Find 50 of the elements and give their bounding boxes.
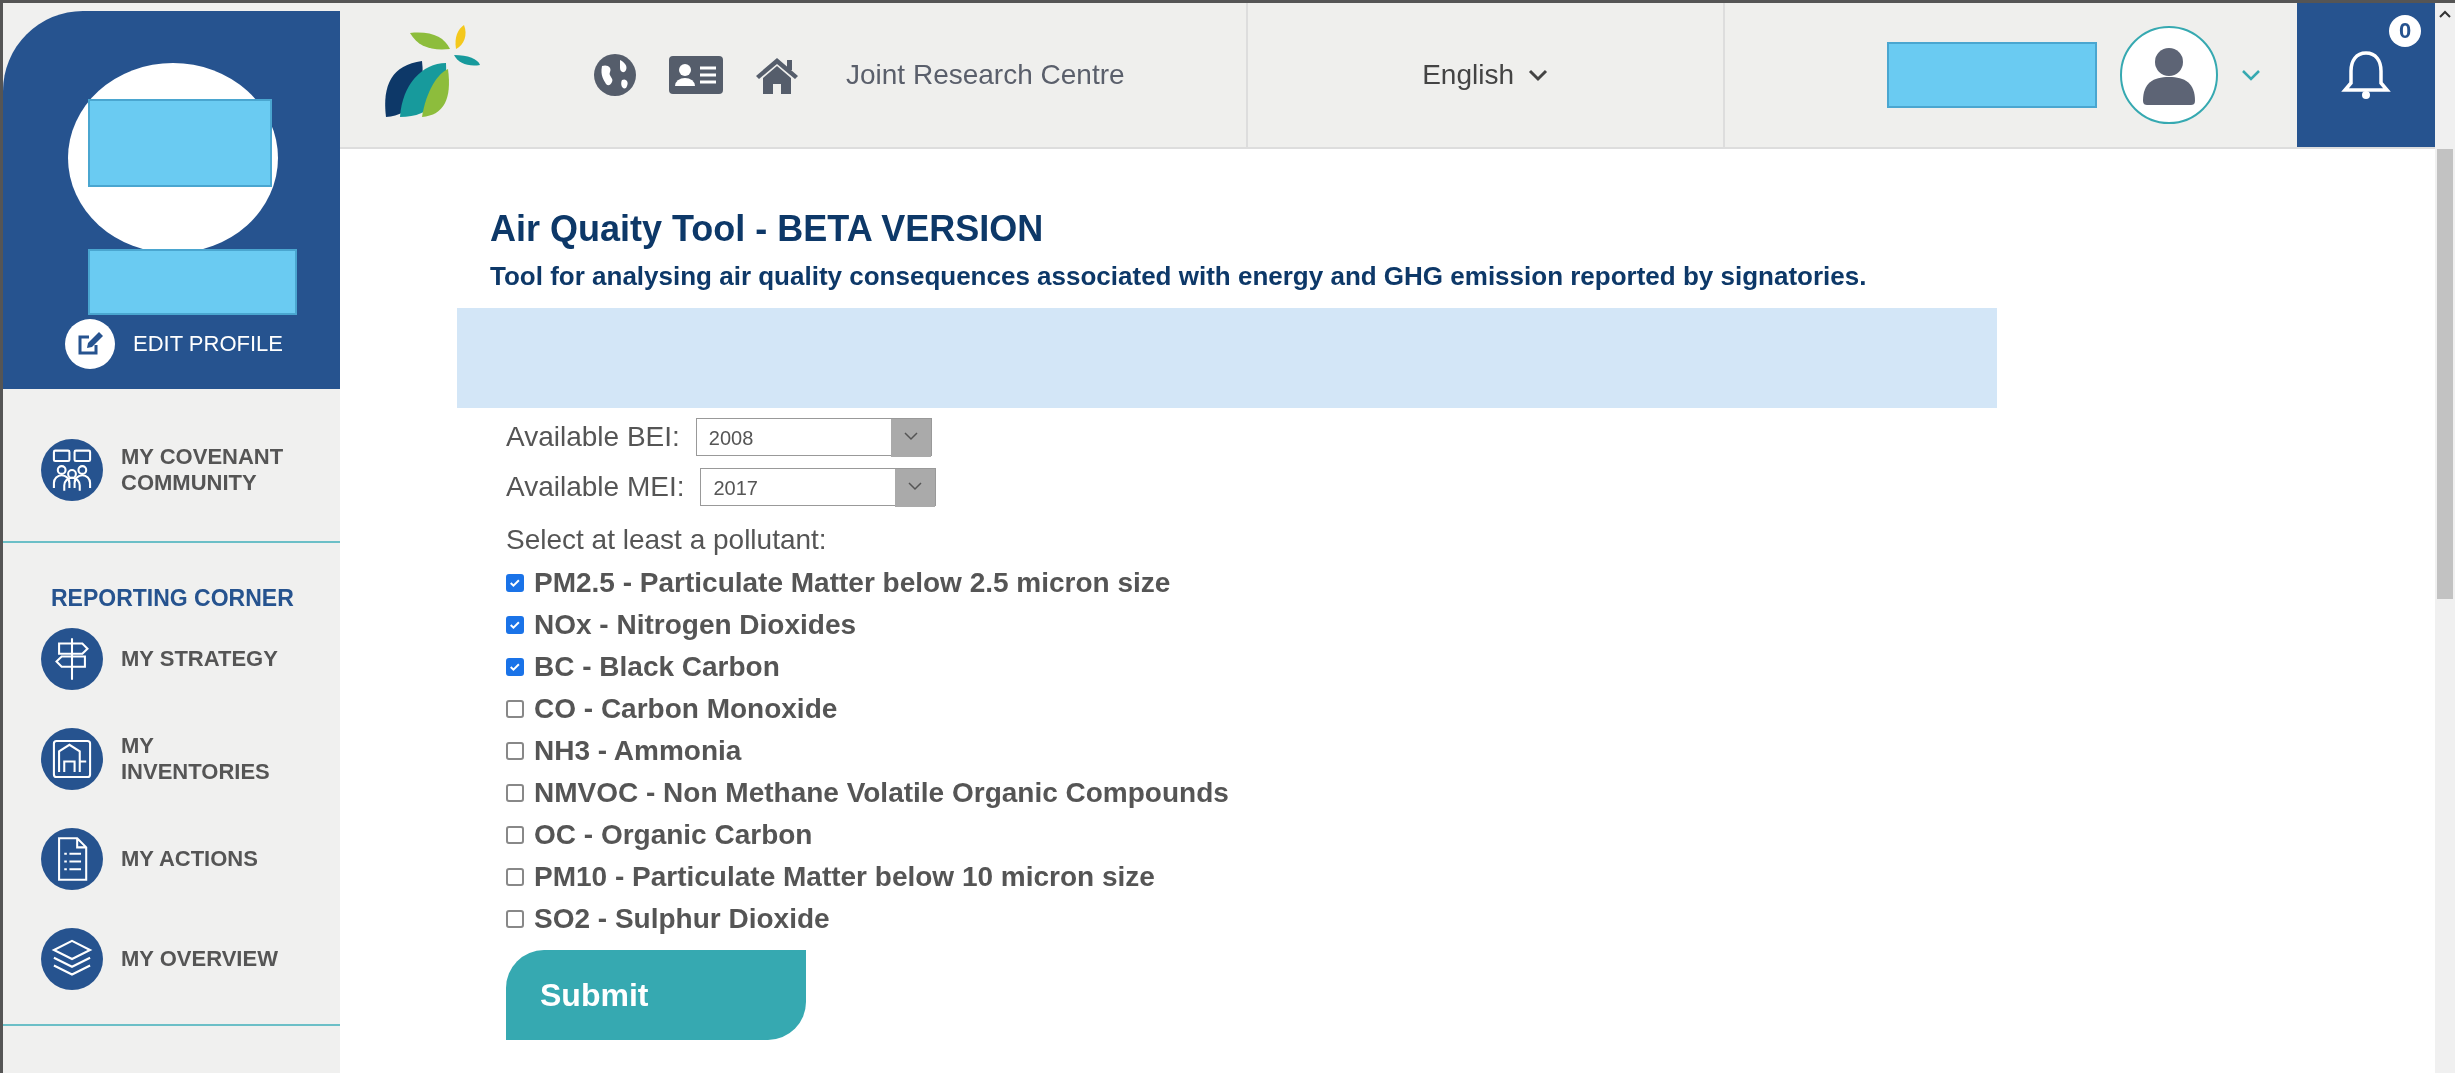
checkbox[interactable] — [506, 574, 524, 592]
notifications-button[interactable]: 0 — [2297, 3, 2435, 147]
scrollbar[interactable] — [2435, 3, 2455, 1073]
field-label: Available BEI: — [506, 421, 680, 453]
checkbox-label: NOx - Nitrogen Dioxides — [534, 609, 857, 641]
checkbox[interactable] — [506, 658, 524, 676]
checkbox-label: NH3 - Ammonia — [534, 735, 742, 767]
checkbox[interactable] — [506, 784, 524, 802]
section-heading: REPORTING CORNER — [51, 585, 295, 612]
community-icon — [41, 439, 103, 501]
checkbox-label: SO2 - Sulphur Dioxide — [534, 903, 830, 935]
edit-profile-link[interactable]: EDIT PROFILE — [65, 319, 283, 369]
checkbox-label: OC - Organic Carbon — [534, 819, 813, 851]
chevron-down-icon[interactable] — [2241, 68, 2261, 82]
globe-icon[interactable] — [592, 52, 638, 98]
page-title: Air Quaity Tool - BETA VERSION — [490, 207, 1045, 251]
checkbox-label: NMVOC - Non Methane Volatile Organic Compounds — [534, 777, 1229, 809]
layers-icon — [41, 928, 103, 990]
language-selector[interactable]: English — [1416, 58, 1554, 92]
signpost-icon — [41, 628, 103, 690]
checkbox-label: PM10 - Particulate Matter below 10 micron size — [534, 861, 1155, 893]
site-link[interactable]: Joint Research Centre — [840, 58, 1131, 92]
bell-icon — [2341, 48, 2391, 102]
year-dropdown[interactable]: 2008 — [695, 418, 932, 456]
sidebar-item[interactable]: MY INVENTORIES — [3, 728, 340, 790]
checkbox-label: BC - Black Carbon — [534, 651, 780, 683]
checkbox-label: PM2.5 - Particulate Matter below 2.5 micron size — [534, 567, 1171, 599]
pollutant-prompt: Select at least a pollutant: — [506, 524, 828, 556]
year-dropdown[interactable]: 2017 — [700, 468, 937, 506]
sidebar-item[interactable]: MY COVENANT COMMUNITY — [3, 439, 340, 501]
checkbox[interactable] — [506, 826, 524, 844]
chevron-down-icon — [1528, 68, 1548, 82]
scroll-up-icon[interactable] — [2438, 9, 2452, 19]
edit-icon — [65, 319, 115, 369]
field-label: Available MEI: — [506, 471, 685, 503]
page-subtitle: Tool for analysing air quality consequences associated with energy and GHG emission reported by signatories. — [490, 261, 1868, 292]
blueprint-icon — [41, 728, 103, 790]
checkbox[interactable] — [506, 616, 524, 634]
user-avatar-icon[interactable] — [2119, 25, 2219, 125]
sidebar-item[interactable]: MY OVERVIEW — [3, 928, 340, 990]
scroll-thumb[interactable] — [2437, 149, 2453, 599]
checkbox[interactable] — [506, 700, 524, 718]
sidebar-item[interactable]: MY ACTIONS — [3, 828, 340, 890]
sidebar-item[interactable]: MY STRATEGY — [3, 628, 340, 690]
checkbox[interactable] — [506, 868, 524, 886]
document-icon — [41, 828, 103, 890]
checkbox-label: CO - Carbon Monoxide — [534, 693, 838, 725]
notification-count: 0 — [2389, 15, 2421, 47]
checkbox[interactable] — [506, 910, 524, 928]
checkbox[interactable] — [506, 742, 524, 760]
